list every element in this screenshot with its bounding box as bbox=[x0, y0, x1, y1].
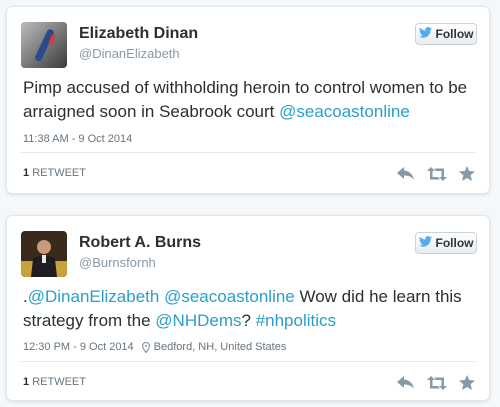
author-name[interactable]: Elizabeth Dinan bbox=[79, 25, 198, 43]
author-handle[interactable]: @DinanElizabeth bbox=[79, 46, 180, 61]
tweet-meta: 12:30 PM - 9 Oct 2014 Bedford, NH, Unite… bbox=[23, 341, 286, 353]
follow-label: Follow bbox=[435, 236, 474, 250]
author-handle[interactable]: @Burnsfornh bbox=[79, 255, 156, 270]
reply-icon[interactable] bbox=[397, 375, 415, 390]
retweet-stats[interactable]: 1 RETWEET bbox=[23, 167, 86, 179]
divider bbox=[21, 361, 475, 362]
follow-button[interactable]: Follow bbox=[415, 23, 477, 45]
hashtag-link[interactable]: #nhpolitics bbox=[256, 311, 336, 330]
tweet-actions bbox=[397, 375, 475, 390]
avatar[interactable] bbox=[21, 231, 67, 277]
mention-link[interactable]: @seacoastonline bbox=[164, 287, 295, 306]
retweet-label: RETWEET bbox=[32, 167, 86, 179]
author-name[interactable]: Robert A. Burns bbox=[79, 234, 201, 252]
retweet-stats[interactable]: 1 RETWEET bbox=[23, 376, 86, 388]
retweet-label: RETWEET bbox=[32, 376, 86, 388]
favorite-icon[interactable] bbox=[459, 166, 475, 181]
timestamp[interactable]: 12:30 PM - 9 Oct 2014 bbox=[23, 341, 134, 353]
tweet-text: .@DinanElizabeth @seacoastonline Wow did… bbox=[23, 285, 483, 333]
tweet-card: Robert A. Burns @Burnsfornh Follow .@Din… bbox=[6, 215, 490, 401]
location-pin-icon bbox=[141, 341, 150, 353]
mention-link[interactable]: @DinanElizabeth bbox=[28, 287, 160, 306]
retweet-icon[interactable] bbox=[427, 166, 447, 181]
divider bbox=[21, 152, 475, 153]
tweet-actions bbox=[397, 166, 475, 181]
twitter-bird-icon bbox=[418, 27, 432, 41]
tweet-text-plain: ? bbox=[241, 311, 256, 330]
favorite-icon[interactable] bbox=[459, 375, 475, 390]
reply-icon[interactable] bbox=[397, 166, 415, 181]
follow-label: Follow bbox=[435, 27, 474, 41]
mention-link[interactable]: @NHDems bbox=[155, 311, 241, 330]
follow-button[interactable]: Follow bbox=[415, 232, 477, 254]
tweet-card: Elizabeth Dinan @DinanElizabeth Follow P… bbox=[6, 6, 490, 194]
twitter-bird-icon bbox=[418, 236, 432, 250]
mention-link[interactable]: @seacoastonline bbox=[279, 102, 410, 121]
location[interactable]: Bedford, NH, United States bbox=[154, 341, 287, 353]
retweet-count: 1 bbox=[23, 376, 30, 388]
tweet-meta: 11:38 AM - 9 Oct 2014 bbox=[23, 133, 132, 145]
timestamp[interactable]: 11:38 AM - 9 Oct 2014 bbox=[23, 133, 132, 145]
retweet-icon[interactable] bbox=[427, 375, 447, 390]
avatar[interactable] bbox=[21, 22, 67, 68]
retweet-count: 1 bbox=[23, 167, 30, 179]
tweet-text: Pimp accused of withholding heroin to co… bbox=[23, 76, 483, 124]
